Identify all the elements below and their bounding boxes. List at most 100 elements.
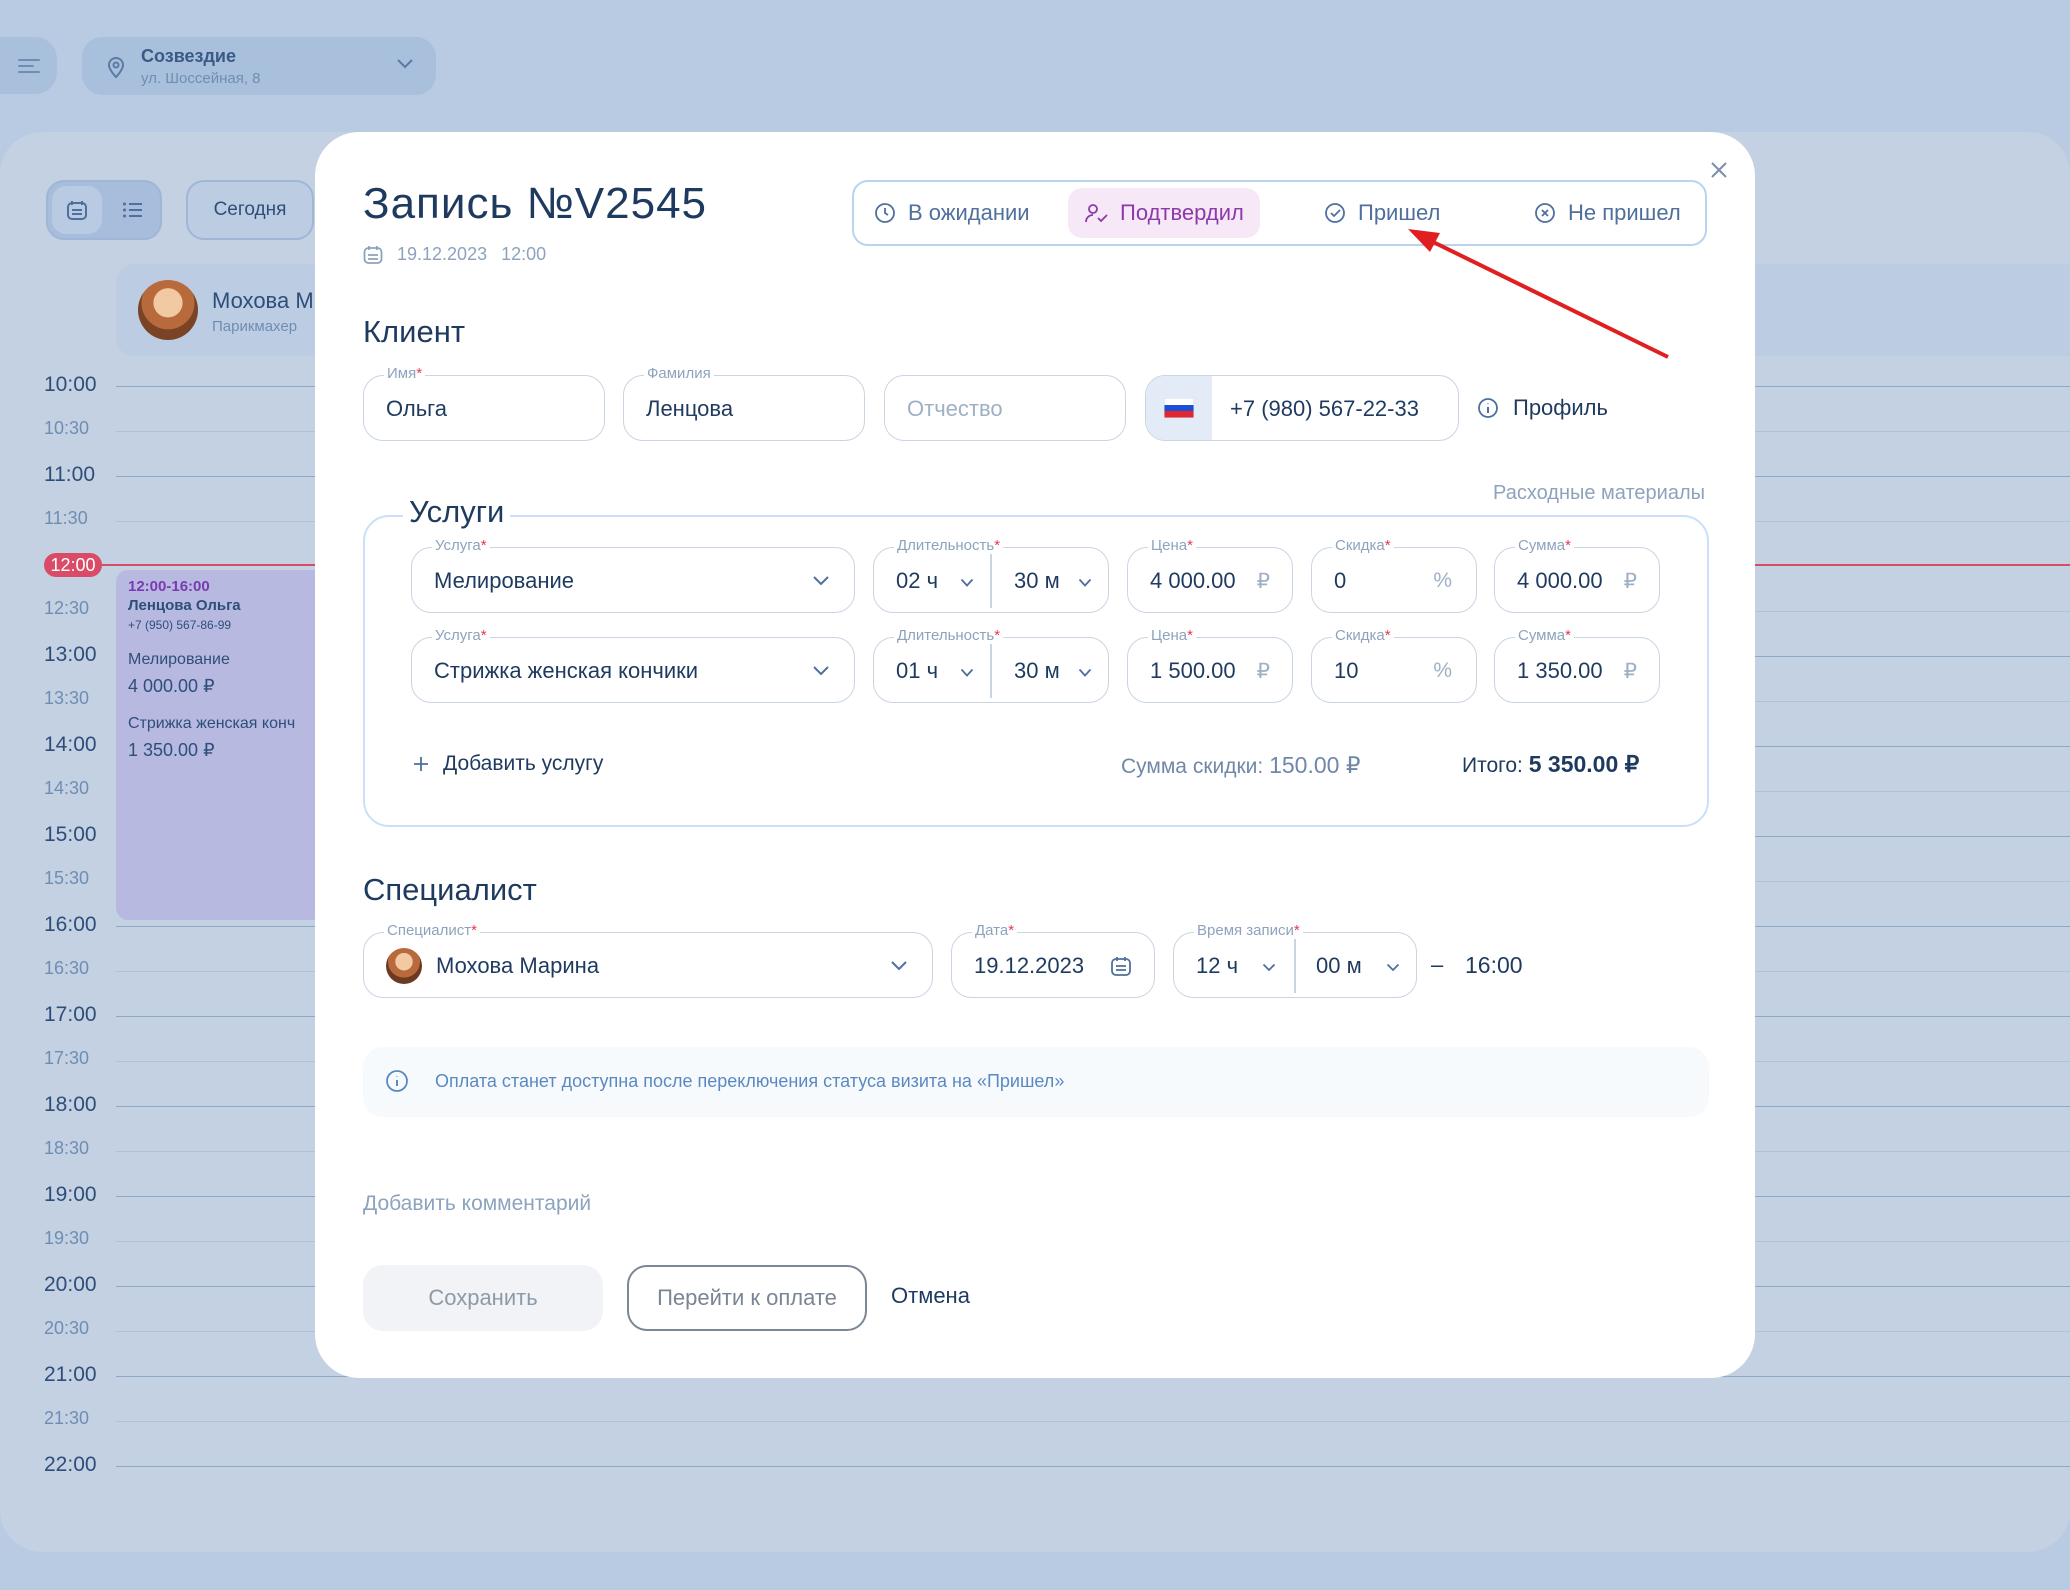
chevron-down-icon [1078,578,1092,587]
appointment-card[interactable]: 12:00-16:00 Ленцова Ольга +7 (950) 567-8… [116,570,326,920]
duration-minutes[interactable]: 30 м [1014,658,1060,684]
staff-name: Мохова М [212,288,314,313]
duration-field[interactable]: Длительность* 01 ч 30 м [873,628,1109,703]
staff-column-header-right [1754,264,2070,356]
time-range-dash: – [1431,952,1444,977]
clock-icon [875,203,895,223]
chevron-down-icon [960,668,974,677]
status-label: В ожидании [908,200,1030,225]
cancel-button[interactable]: Отмена [891,1283,970,1309]
status-no-show[interactable]: Не пришел [1518,188,1697,238]
profile-link[interactable]: Профиль [1477,395,1608,421]
end-time: 16:00 [1465,952,1523,978]
chevron-down-icon [1078,668,1092,677]
percent-sign: % [1433,569,1452,592]
date-field[interactable]: Дата* 19.12.2023 [951,923,1155,998]
phone-field[interactable]: +7 (980) 567-22-33 [1145,375,1459,441]
today-button[interactable]: Сегодня [186,180,314,240]
last-name-field[interactable]: Фамилия Ленцова [623,366,865,441]
plus-icon [414,757,428,771]
time-label: 11:30 [44,508,88,528]
service-select[interactable]: Услуга* Мелирование [411,538,855,613]
service-value: Стрижка женская кончики [434,658,699,683]
discount-field[interactable]: Скидка* 0 % [1311,538,1477,613]
time-label: 21:30 [44,1408,90,1428]
first-name-field[interactable]: Имя* Ольга [363,366,605,441]
time-label: 17:00 [44,1003,97,1026]
calendar-icon [1111,957,1131,976]
last-name-value: Ленцова [646,396,734,421]
time-label: 16:00 [44,913,97,936]
patronymic-field[interactable]: Отчество [884,375,1126,441]
list-view-button[interactable] [108,186,158,234]
appointment-service: Мелирование [128,651,230,668]
time-label: 18:30 [44,1138,90,1158]
specialist-heading: Специалист [363,872,537,907]
status-confirmed[interactable]: Подтвердил [1068,188,1260,238]
services-heading: Услуги [403,494,511,530]
status-arrived[interactable]: Пришел [1308,188,1456,238]
appointment-price: 4 000.00 ₽ [128,676,215,696]
sum-value: 1 350.00 [1517,658,1603,683]
appointment-datetime: 19.12.2023 12:00 [363,244,546,265]
chevron-down-icon [960,578,974,587]
currency-sign: ₽ [1623,570,1637,593]
appointment-service: Стрижка женская конч [128,715,296,732]
duration-field[interactable]: Длительность* 02 ч 30 м [873,538,1109,613]
start-time-field[interactable]: Время записи* 12 ч 00 м [1173,923,1417,998]
avatar [138,280,198,340]
total-label: Итого: [1462,754,1523,777]
price-value: 1 500.00 [1150,658,1236,683]
minutes-value[interactable]: 00 м [1316,953,1362,979]
current-time-badge: 12:00 [44,553,102,577]
country-selector[interactable] [1146,376,1212,440]
go-to-payment-button[interactable]: Перейти к оплате [627,1265,867,1331]
check-circle-icon [1325,203,1345,223]
client-heading: Клиент [363,314,466,349]
add-comment-link[interactable]: Добавить комментарий [363,1192,591,1216]
appointment-time: 12:00-16:00 [128,578,210,595]
close-button[interactable] [1703,154,1735,186]
user-check-icon [1085,204,1108,223]
specialist-name: Мохова Марина [436,953,600,978]
profile-label: Профиль [1513,395,1608,420]
appointment-time: 12:00 [501,244,547,264]
modal-title: Запись №V2545 [363,179,708,228]
calendar-view-button[interactable] [52,186,102,234]
info-icon [386,1070,408,1092]
hours-value[interactable]: 12 ч [1196,953,1238,979]
duration-hours[interactable]: 01 ч [896,658,938,684]
add-service-button[interactable]: Добавить услугу [413,752,603,776]
sum-value: 4 000.00 [1517,568,1603,593]
duration-minutes[interactable]: 30 м [1014,568,1060,594]
status-waiting[interactable]: В ожидании [858,188,1046,238]
chevron-down-icon [1386,963,1400,972]
discount-label: Сумма скидки: [1121,755,1264,778]
save-button[interactable]: Сохранить [363,1265,603,1331]
chevron-down-icon [813,576,829,586]
payment-info-banner: Оплата станет доступна после переключени… [363,1047,1709,1117]
appointment-phone: +7 (950) 567-86-99 [128,618,232,632]
consumables-link[interactable]: Расходные материалы [1493,482,1705,505]
menu-button[interactable] [0,37,57,94]
hour-line [116,1466,2070,1467]
specialist-select[interactable]: Специалист* Мохова Марина [363,923,933,998]
currency-sign: ₽ [1256,660,1270,683]
location-selector[interactable]: Созвездие ул. Шоссейная, 8 [82,37,436,95]
duration-hours[interactable]: 02 ч [896,568,938,594]
sum-field[interactable]: Сумма* 4 000.00 ₽ [1494,538,1660,613]
patronymic-placeholder: Отчество [907,396,1003,421]
discount-field[interactable]: Скидка* 10 % [1311,628,1477,703]
discount-total: 150.00 ₽ [1269,752,1361,778]
time-label: 20:00 [44,1273,97,1296]
time-label: 16:30 [44,958,90,978]
discount-summary: Сумма скидки: 150.00 ₽ [1121,752,1360,779]
status-switcher: В ожидании Подтвердил Пришел Не пришел [852,180,1707,246]
menu-icon [17,58,40,73]
price-field[interactable]: Цена* 4 000.00 ₽ [1127,538,1293,613]
price-field[interactable]: Цена* 1 500.00 ₽ [1127,628,1293,703]
sum-field[interactable]: Сумма* 1 350.00 ₽ [1494,628,1660,703]
chevron-down-icon [813,666,829,676]
x-circle-icon [1535,203,1555,223]
service-select[interactable]: Услуга* Стрижка женская кончики [411,628,855,703]
